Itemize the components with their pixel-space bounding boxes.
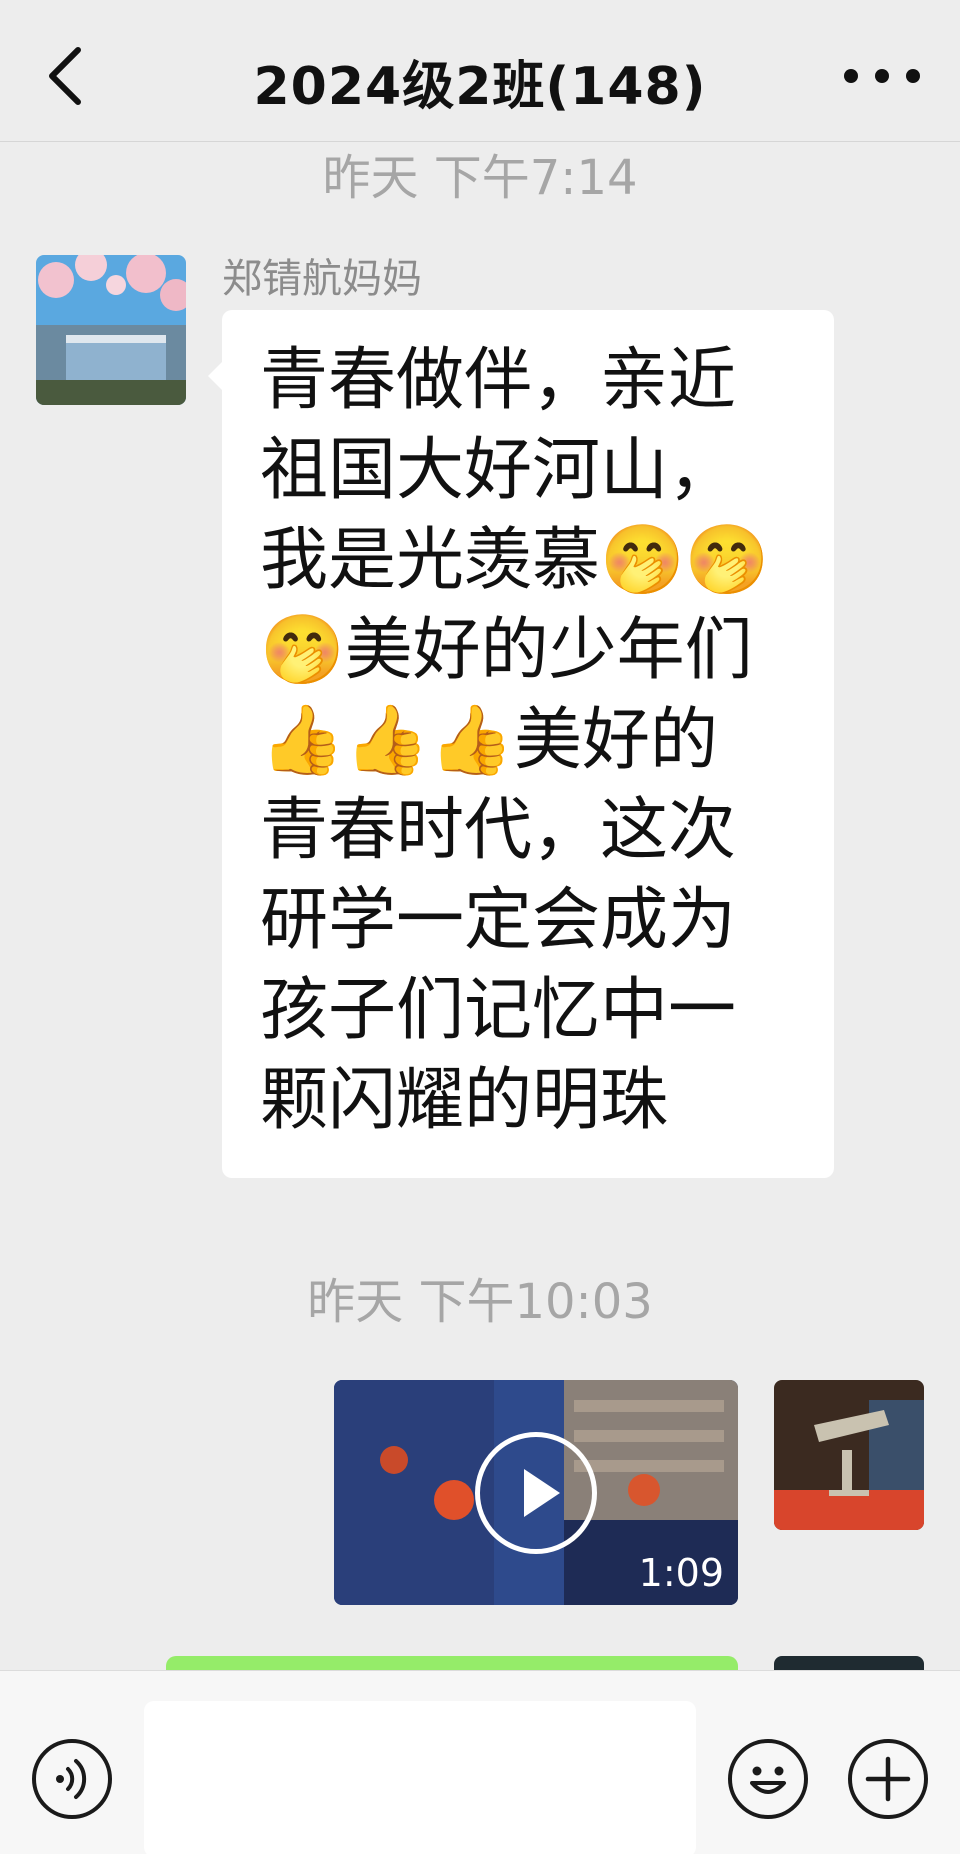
my-avatar[interactable] <box>774 1380 924 1530</box>
message-bubble[interactable]: 青春做伴，亲近 祖国大好河山， 我是光羡慕🤭🤭 🤭美好的少年们 👍👍👍美好的 青… <box>208 310 834 1178</box>
message-text: 青春做伴，亲近 祖国大好河山， 我是光羡慕🤭🤭 🤭美好的少年们 👍👍👍美好的 青… <box>260 341 770 1140</box>
input-bar <box>0 1670 960 1854</box>
voice-icon <box>56 1759 87 1799</box>
play-icon[interactable] <box>475 1432 597 1554</box>
sender-avatar[interactable] <box>36 255 186 405</box>
timestamp: 昨天 下午7:14 <box>322 150 638 206</box>
emoji-icon <box>750 1766 786 1794</box>
emoji-button[interactable] <box>728 1739 808 1819</box>
chat-header: 2024级2班(148) <box>0 0 960 142</box>
more-button[interactable] <box>844 58 920 94</box>
plus-icon <box>865 1756 911 1802</box>
sender-name: 郑锖航妈妈 <box>222 256 422 302</box>
timestamp: 昨天 下午10:03 <box>307 1274 653 1330</box>
video-duration: 1:09 <box>638 1551 724 1595</box>
more-dots-icon <box>844 69 858 83</box>
voice-button[interactable] <box>32 1739 112 1819</box>
video-message[interactable]: 1:09 <box>334 1380 738 1605</box>
plus-button[interactable] <box>848 1739 928 1819</box>
chat-title: 2024级2班(148) <box>253 57 707 117</box>
message-input[interactable] <box>144 1701 696 1854</box>
